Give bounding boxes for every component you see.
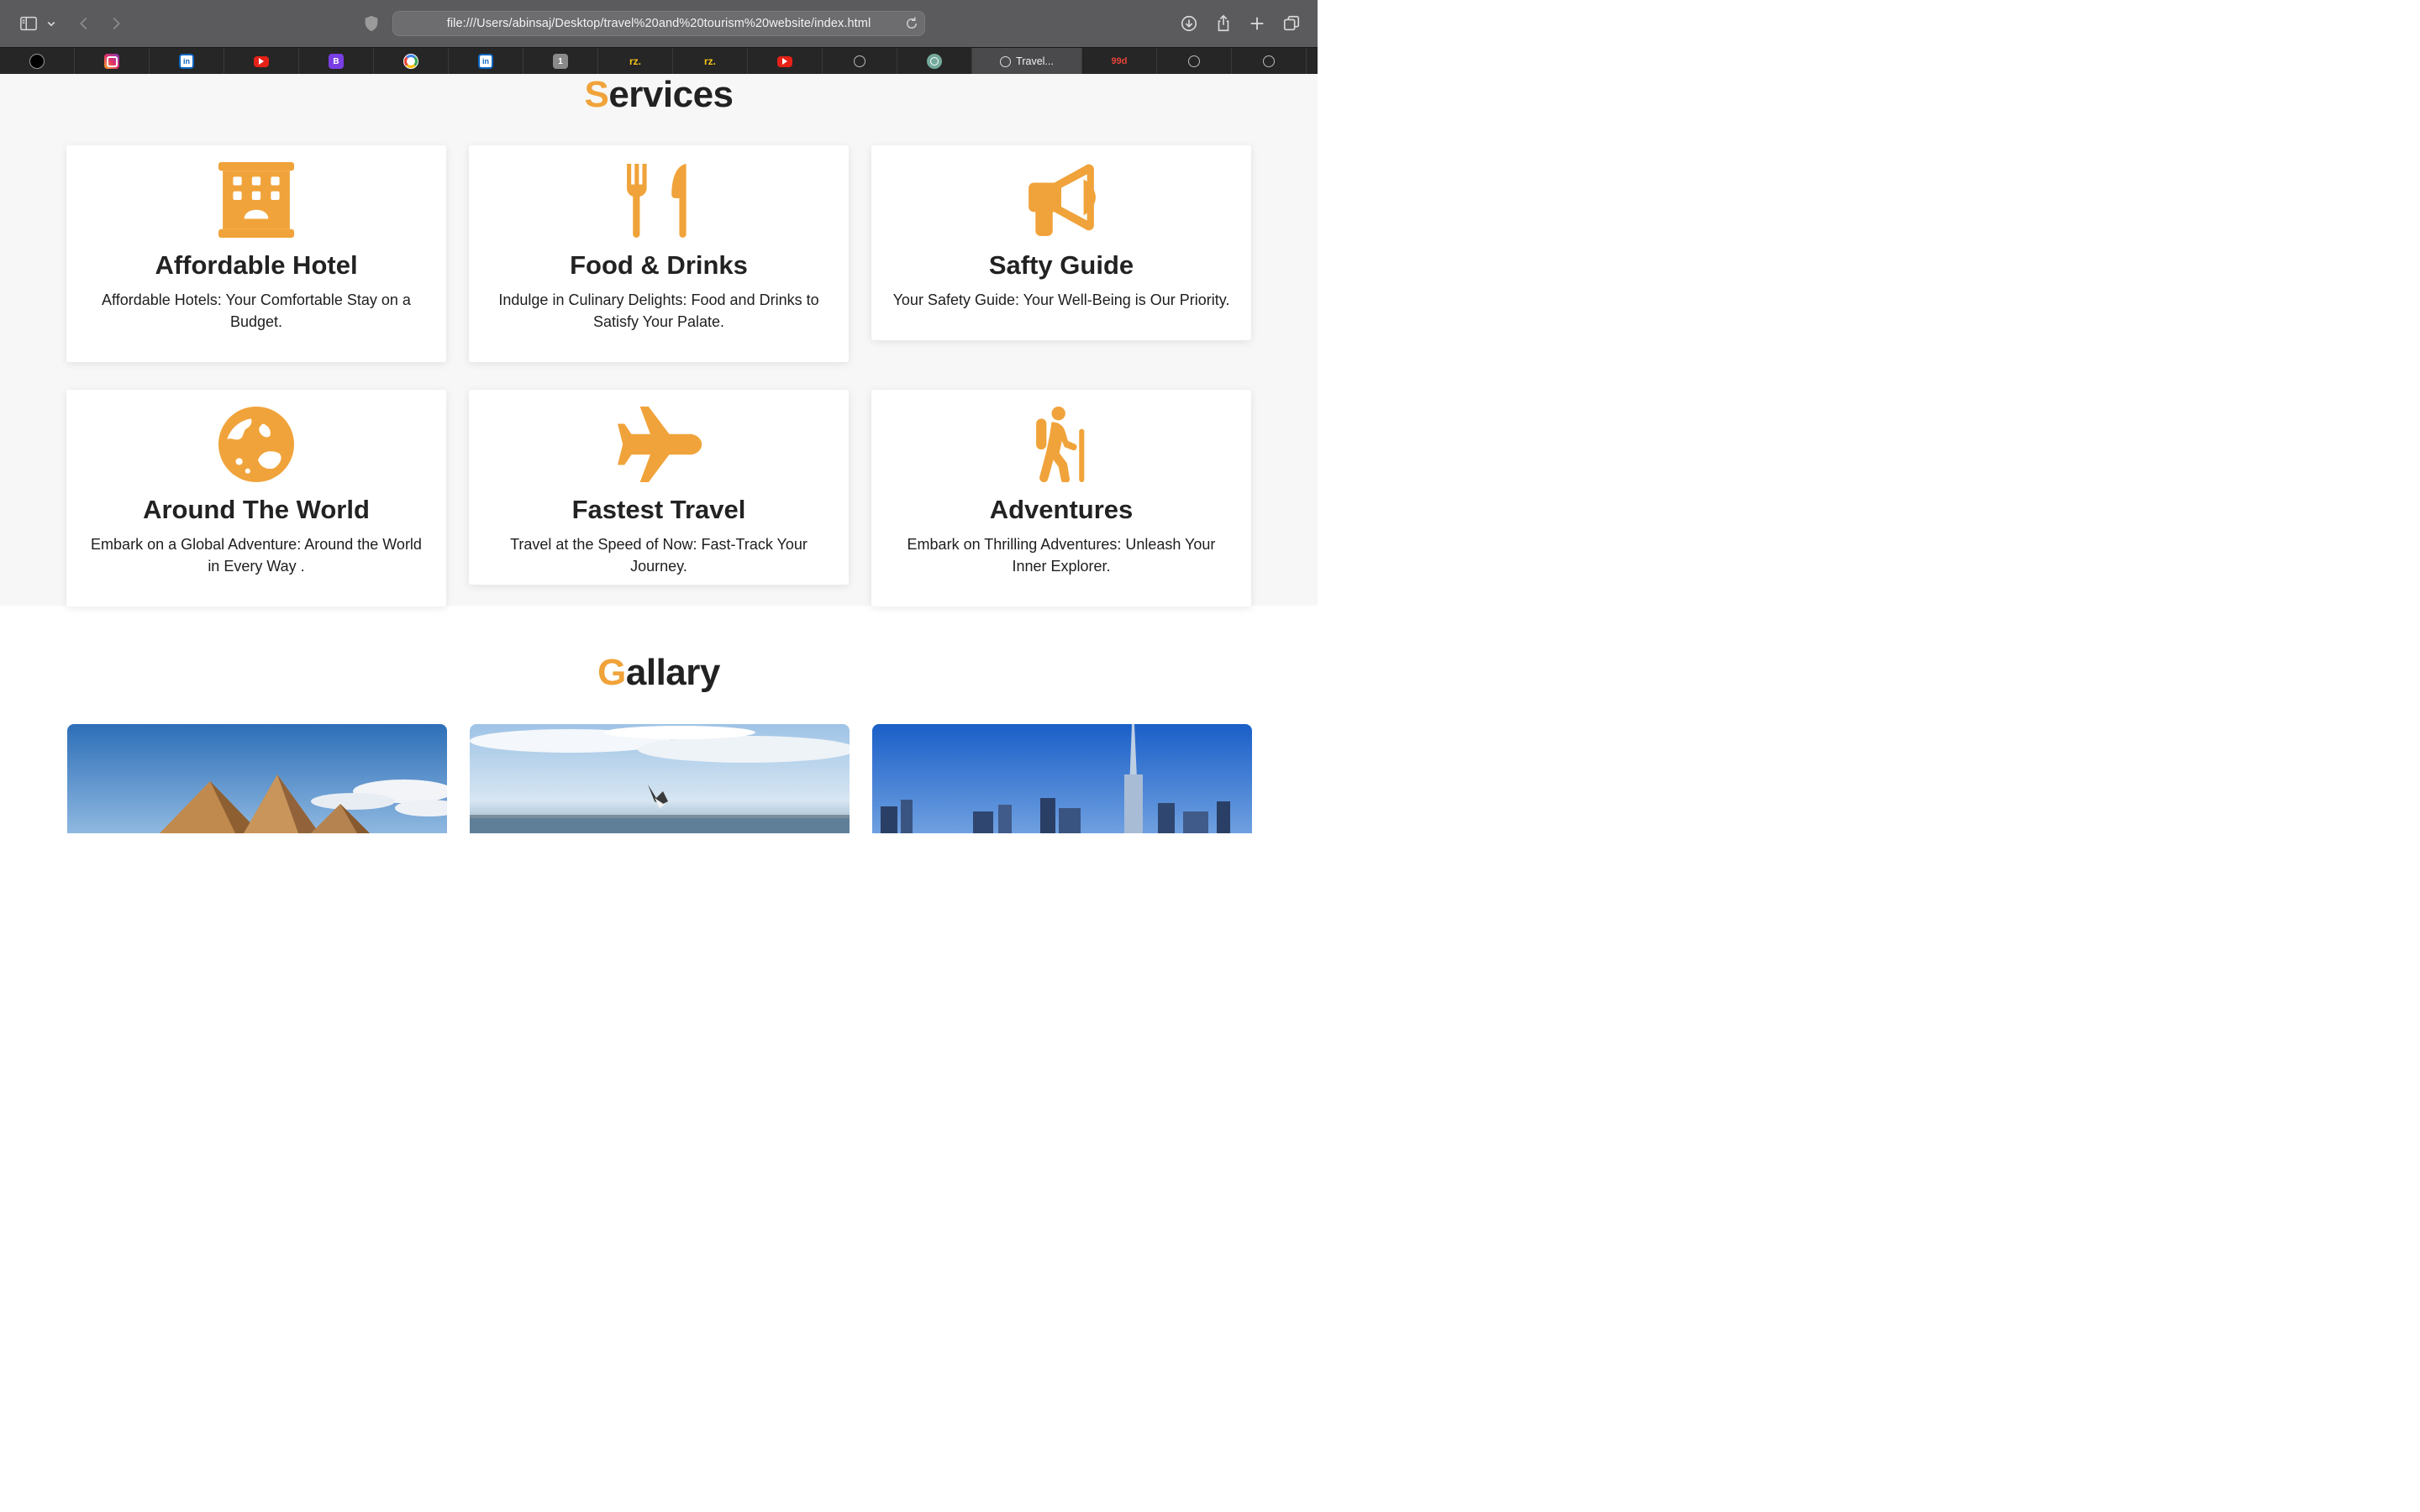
utensils-icon: [469, 162, 849, 238]
service-card-travel[interactable]: Fastest Travel Travel at the Speed of No…: [469, 390, 849, 585]
gallery-image-dubai[interactable]: [872, 724, 1252, 833]
service-card-hotel[interactable]: Affordable Hotel Affordable Hotels: Your…: [66, 145, 446, 362]
tab-bar: in B in 1 rz. rz. Travel... 99d: [0, 47, 1318, 75]
card-description: Embark on Thrilling Adventures: Unleash …: [907, 536, 1216, 575]
card-description: Embark on a Global Adventure: Around the…: [91, 536, 422, 575]
google-icon: [403, 54, 418, 69]
site-logo-icon: [29, 54, 45, 69]
tab-site-logo[interactable]: [0, 48, 75, 75]
tab-rz-1[interactable]: rz.: [598, 48, 673, 75]
service-card-safety[interactable]: Safty Guide Your Safety Guide: Your Well…: [871, 145, 1251, 340]
chatgpt-icon: [927, 54, 942, 69]
instagram-icon: [104, 54, 119, 69]
compass-icon: [1000, 55, 1012, 67]
tab-travel-active[interactable]: Travel...: [972, 48, 1082, 75]
tab-google[interactable]: [374, 48, 449, 75]
tab-youtube[interactable]: [224, 48, 299, 75]
card-description: Indulge in Culinary Delights: Food and D…: [498, 291, 819, 330]
back-icon[interactable]: [74, 13, 94, 34]
url-text: file:///Users/abinsaj/Desktop/travel%20a…: [446, 17, 871, 30]
active-tab-label: Travel...: [1016, 55, 1054, 67]
gallery-image-seagull[interactable]: [470, 724, 850, 833]
new-tab-icon[interactable]: [1247, 13, 1267, 34]
tab-linkedin-2[interactable]: in: [449, 48, 523, 75]
share-icon[interactable]: [1213, 13, 1234, 34]
tab-youtube-2[interactable]: [748, 48, 823, 75]
privacy-shield-icon[interactable]: [361, 13, 381, 34]
tab-instagram[interactable]: [75, 48, 150, 75]
rz-icon: rz.: [703, 55, 716, 67]
bootstrap-icon: B: [329, 54, 344, 69]
heading-first-letter: G: [597, 652, 626, 693]
tab-chatgpt[interactable]: [897, 48, 972, 75]
bullhorn-icon: [871, 162, 1251, 238]
tab-safari-1[interactable]: [823, 48, 897, 75]
address-bar[interactable]: file:///Users/abinsaj/Desktop/travel%20a…: [392, 11, 925, 36]
gallery-heading: Gallary: [0, 652, 1318, 694]
hotel-icon: [66, 162, 446, 238]
tab-rz-2[interactable]: rz.: [673, 48, 748, 75]
onepassword-icon: 1: [553, 54, 568, 69]
linkedin-icon: in: [179, 54, 194, 69]
hiker-icon: [871, 407, 1251, 482]
heading-rest: allary: [625, 652, 720, 693]
tab-safari-2[interactable]: [1157, 48, 1232, 75]
compass-icon: [1263, 55, 1275, 67]
card-title: Affordable Hotel: [155, 250, 358, 280]
youtube-icon: [254, 55, 269, 67]
service-card-adventures[interactable]: Adventures Embark on Thrilling Adventure…: [871, 390, 1251, 606]
browser-toolbar: file:///Users/abinsaj/Desktop/travel%20a…: [0, 0, 1318, 47]
youtube-icon: [777, 55, 792, 67]
card-title: Adventures: [989, 495, 1134, 524]
service-card-world[interactable]: Around The World Embark on a Global Adve…: [66, 390, 446, 606]
forward-icon[interactable]: [106, 13, 126, 34]
heading-rest: ervices: [608, 74, 734, 115]
card-description: Your Safety Guide: Your Well-Being is Ou…: [892, 291, 1230, 308]
card-description: Travel at the Speed of Now: Fast-Track Y…: [510, 536, 808, 575]
reload-icon[interactable]: [904, 16, 919, 31]
sidebar-toggle-icon[interactable]: [18, 13, 39, 34]
tab-overview-icon[interactable]: [1281, 13, 1302, 34]
downloads-icon[interactable]: [1179, 13, 1199, 34]
tab-99designs[interactable]: 99d: [1082, 48, 1157, 75]
heading-first-letter: S: [584, 74, 609, 115]
tab-safari-3[interactable]: [1232, 48, 1307, 75]
globe-icon: [66, 407, 446, 482]
card-description: Affordable Hotels: Your Comfortable Stay…: [102, 291, 411, 330]
services-heading: Services: [0, 74, 1318, 116]
card-title: Around The World: [143, 495, 370, 524]
card-title: Fastest Travel: [571, 495, 746, 524]
99designs-icon: 99d: [1111, 56, 1128, 66]
tab-linkedin[interactable]: in: [150, 48, 224, 75]
plane-icon: [469, 407, 849, 482]
tab-1password[interactable]: 1: [523, 48, 598, 75]
chevron-down-icon[interactable]: [44, 13, 59, 34]
card-title: Food & Drinks: [570, 250, 748, 280]
compass-icon: [1188, 55, 1200, 67]
gallery-image-pyramids[interactable]: [67, 724, 447, 833]
card-title: Safty Guide: [988, 250, 1134, 280]
compass-icon: [854, 55, 865, 67]
service-card-food[interactable]: Food & Drinks Indulge in Culinary Deligh…: [469, 145, 849, 362]
tab-bootstrap[interactable]: B: [299, 48, 374, 75]
rz-icon: rz.: [629, 55, 641, 67]
linkedin-icon: in: [478, 54, 493, 69]
